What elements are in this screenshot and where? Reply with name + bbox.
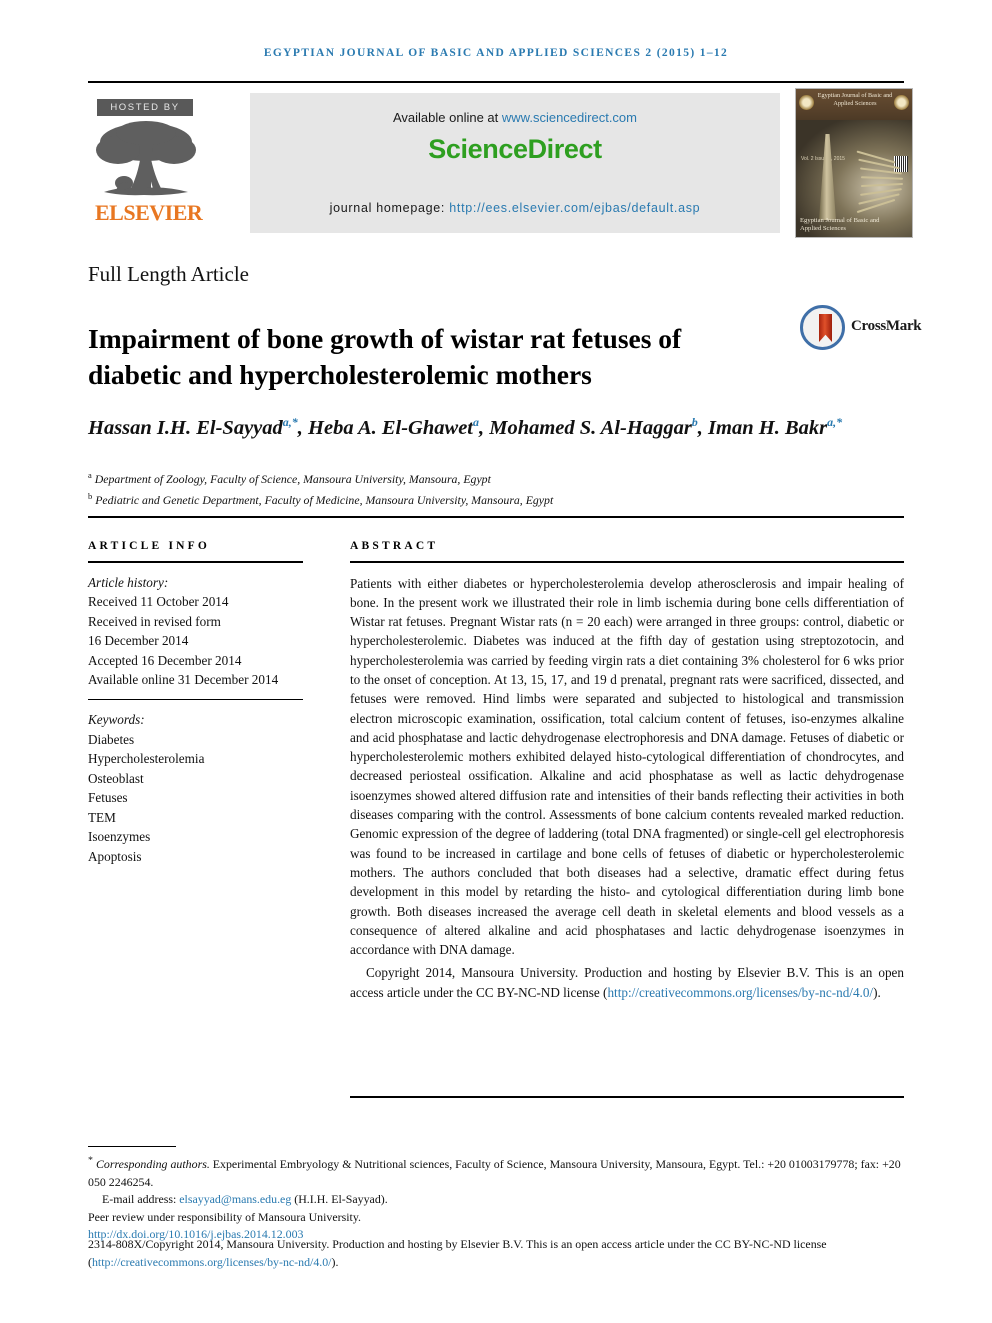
affiliation-b-text: Pediatric and Genetic Department, Facult… xyxy=(95,492,554,507)
crossmark-label: CrossMark xyxy=(851,318,922,334)
history-item: Available online 31 December 2014 xyxy=(88,672,279,687)
keyword-item: Osteoblast xyxy=(88,770,144,786)
journal-cover-thumbnail: Egyptian Journal of Basic and Applied Sc… xyxy=(795,88,913,238)
cover-issue-note: Vol. 2 Issue 1, 2015 xyxy=(801,156,845,162)
sciencedirect-panel: Available online at www.sciencedirect.co… xyxy=(250,93,780,233)
article-info-rule xyxy=(88,561,303,563)
hosted-by-badge: HOSTED BY xyxy=(97,99,193,116)
sciencedirect-link[interactable]: www.sciencedirect.com xyxy=(502,110,637,125)
page-title: Impairment of bone growth of wistar rat … xyxy=(88,323,682,391)
email-label: E-mail address: xyxy=(102,1192,180,1207)
abstract-rule xyxy=(350,561,904,563)
author-name-2: Heba A. El-Ghawet xyxy=(308,416,473,439)
masthead: HOSTED BY ELSEVIER Available online at w… xyxy=(88,88,913,238)
abstract-heading: ABSTRACT xyxy=(350,540,439,552)
history-item: Received 11 October 2014 xyxy=(88,594,229,609)
journal-homepage-line: journal homepage: http://ees.elsevier.co… xyxy=(250,201,780,215)
journal-homepage-label: journal homepage: xyxy=(329,201,450,215)
obelisk-graphic xyxy=(819,134,836,220)
author-name-3: Mohamed S. Al-Haggar xyxy=(489,416,692,439)
issn-tail: ). xyxy=(331,1254,339,1269)
email-link[interactable]: elsayyad@mans.edu.eg xyxy=(179,1192,291,1206)
author-name-4: Iman H. Bakr xyxy=(708,416,828,439)
issn-copyright-line: 2314-808X/Copyright 2014, Mansoura Unive… xyxy=(88,1236,906,1271)
history-item: Accepted 16 December 2014 xyxy=(88,652,242,668)
keyword-item: Apoptosis xyxy=(88,848,142,864)
abstract-body: Patients with either diabetes or hyperch… xyxy=(350,574,904,1003)
footnotes: * Corresponding authors. Experimental Em… xyxy=(88,1152,906,1244)
license-link[interactable]: http://creativecommons.org/licenses/by-n… xyxy=(607,985,873,1000)
dna-helix-graphic xyxy=(854,150,908,216)
keywords-label: Keywords: xyxy=(88,712,145,727)
affiliation-a: a Department of Zoology, Faculty of Scie… xyxy=(88,467,848,488)
cover-title-band: Egyptian Journal of Basic and Applied Sc… xyxy=(796,89,912,120)
affiliations: a Department of Zoology, Faculty of Scie… xyxy=(88,467,848,509)
running-head: Egyptian Journal of Basic and Applied Sc… xyxy=(263,47,729,59)
abstract-copyright-tail: ). xyxy=(873,984,881,1000)
abstract-copyright: Copyright 2014, Mansoura University. Pro… xyxy=(350,963,904,1002)
keyword-item: TEM xyxy=(88,809,116,825)
peer-review-note: Peer review under responsibility of Mans… xyxy=(88,1209,361,1224)
author-sup-1: a,* xyxy=(282,415,298,429)
author-name-1: Hassan I.H. El-Sayyad xyxy=(88,416,283,439)
article-info-column: ARTICLE INFO Article history: Received 1… xyxy=(88,540,303,866)
issn-license-link[interactable]: http://creativecommons.org/licenses/by-n… xyxy=(92,1255,332,1269)
cover-footer-text: Egyptian Journal of Basic and Applied Sc… xyxy=(800,217,880,232)
email-owner: (H.I.H. El-Sayyad). xyxy=(291,1192,388,1207)
keyword-item: Fetuses xyxy=(88,790,128,805)
abstract-text: Patients with either diabetes or hyperch… xyxy=(350,575,904,958)
keyword-item: Hypercholesterolemia xyxy=(88,751,205,766)
elsevier-tree-icon xyxy=(96,121,196,196)
abstract-column: ABSTRACT Patients with either diabetes o… xyxy=(350,540,904,1002)
keywords-list: Keywords: Diabetes Hypercholesterolemia … xyxy=(88,710,303,866)
corresponding-label: Corresponding authors. xyxy=(95,1156,210,1171)
email-note: E-mail address: elsayyad@mans.edu.eg (H.… xyxy=(88,1191,906,1209)
corresponding-marker: * xyxy=(88,1155,93,1166)
article-history-label: Article history: xyxy=(88,574,169,590)
crossmark-ribbon-icon xyxy=(819,314,832,342)
article-info-heading: ARTICLE INFO xyxy=(88,540,211,552)
available-online-label: Available online at xyxy=(392,110,502,125)
history-item: 16 December 2014 xyxy=(88,633,189,648)
footnote-divider xyxy=(88,1146,176,1147)
keywords-rule xyxy=(88,698,303,700)
available-online-line: Available online at www.sciencedirect.co… xyxy=(250,110,780,125)
sciencedirect-logo: ScienceDirect xyxy=(428,134,602,164)
history-item: Received in revised form xyxy=(88,613,221,629)
corresponding-text: Experimental Embryology & Nutritional sc… xyxy=(88,1156,901,1189)
journal-homepage-link[interactable]: http://ees.elsevier.com/ejbas/default.as… xyxy=(449,201,700,215)
affiliation-b-marker: b xyxy=(88,490,93,501)
author-sup-4: a,* xyxy=(827,415,843,429)
article-history: Article history: Received 11 October 201… xyxy=(88,573,303,690)
keyword-item: Isoenzymes xyxy=(88,829,151,844)
author-sup-2: a xyxy=(472,415,479,429)
cover-seal-left-icon xyxy=(799,95,814,110)
elsevier-wordmark: ELSEVIER xyxy=(95,200,203,225)
author-list: Hassan I.H. El-Sayyada,*, Heba A. El-Gha… xyxy=(88,415,843,439)
section-divider xyxy=(88,516,904,518)
crossmark-circle-icon xyxy=(800,305,845,350)
elsevier-logo-block: HOSTED BY ELSEVIER xyxy=(88,88,210,238)
article-type-label: Full Length Article xyxy=(88,262,249,286)
abstract-bottom-divider xyxy=(350,1096,904,1098)
journal-article-page: Egyptian Journal of Basic and Applied Sc… xyxy=(0,0,992,1323)
header-divider xyxy=(88,81,904,83)
cover-title-text: Egyptian Journal of Basic and Applied Sc… xyxy=(817,92,893,107)
keyword-item: Diabetes xyxy=(88,731,135,747)
corresponding-author-note: * Corresponding authors. Experimental Em… xyxy=(88,1152,906,1191)
affiliation-a-marker: a xyxy=(88,470,92,480)
author-sup-3: b xyxy=(691,415,698,429)
affiliation-b: b Pediatric and Genetic Department, Facu… xyxy=(88,488,848,509)
crossmark-badge[interactable]: CrossMark xyxy=(800,305,922,351)
affiliation-a-text: Department of Zoology, Faculty of Scienc… xyxy=(94,471,491,486)
cover-artwork: Vol. 2 Issue 1, 2015 Egyptian Journal of… xyxy=(796,120,912,237)
